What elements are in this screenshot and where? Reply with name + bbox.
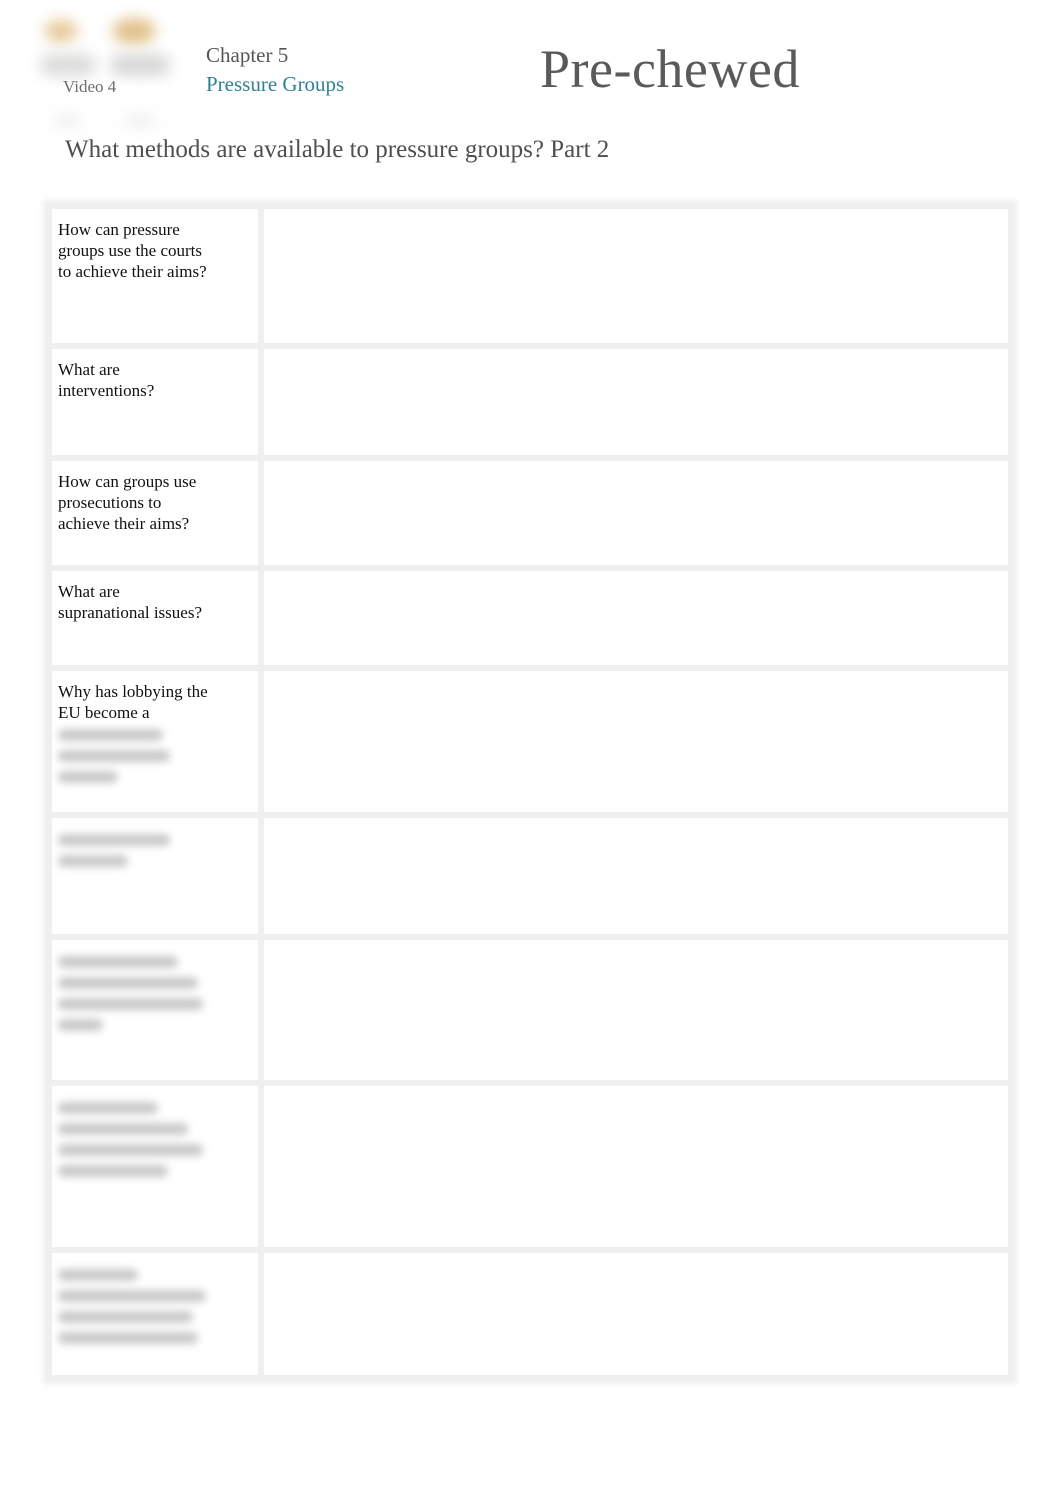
question-text: What are interventions? [58,360,155,400]
blurred-text [58,1102,208,1177]
logo-base-left [40,54,96,76]
logo-cup-left [44,20,78,42]
table-row [46,934,1014,1086]
logo-cup-right [112,18,156,44]
worksheet-subtitle: What methods are available to pressure g… [65,136,610,163]
logo-base-right [110,54,170,76]
worksheet-table: How can pressure groups use the courts t… [46,203,1014,1381]
table-row [46,812,1014,940]
answer-cell[interactable] [258,343,1014,461]
question-cell [46,812,264,940]
question-cell [46,1247,264,1381]
blurred-text [58,1269,208,1344]
answer-cell[interactable] [258,203,1014,349]
chapter-label: Chapter 5 [206,43,289,67]
table-row: How can pressure groups use the courts t… [46,203,1014,349]
logo-faint-left [52,114,82,128]
brand-title: Pre-chewed [540,39,800,99]
answer-cell[interactable] [258,1247,1014,1381]
table-row: Why has lobbying the EU become a [46,665,1014,818]
answer-cell[interactable] [258,812,1014,940]
table-row: How can groups use prosecutions to achie… [46,455,1014,571]
question-cell: What are interventions? [46,343,264,461]
blurred-text [58,729,170,783]
question-cell: What are supranational issues? [46,565,264,671]
question-cell: How can pressure groups use the courts t… [46,203,264,349]
question-cell: How can groups use prosecutions to achie… [46,455,264,571]
table-row [46,1247,1014,1381]
logo-faint-right [122,114,158,128]
answer-cell[interactable] [258,934,1014,1086]
coffee-cups-logo-icon [30,8,180,133]
topic-title: Pressure Groups [206,72,345,96]
answer-cell[interactable] [258,455,1014,571]
question-text: Why has lobbying the EU become a [58,682,208,722]
question-text: How can pressure groups use the courts t… [58,220,207,281]
answer-cell[interactable] [258,665,1014,818]
table-row: What are interventions? [46,343,1014,461]
table-row: What are supranational issues? [46,565,1014,671]
question-text: What are supranational issues? [58,582,202,622]
answer-cell[interactable] [258,1080,1014,1253]
blurred-text [58,834,188,867]
question-text: How can groups use prosecutions to achie… [58,472,197,533]
video-label: Video 4 [63,77,117,96]
question-cell [46,1080,264,1253]
question-cell [46,934,264,1086]
answer-cell[interactable] [258,565,1014,671]
blurred-text [58,956,208,1031]
question-cell: Why has lobbying the EU become a [46,665,264,818]
table-row [46,1080,1014,1253]
